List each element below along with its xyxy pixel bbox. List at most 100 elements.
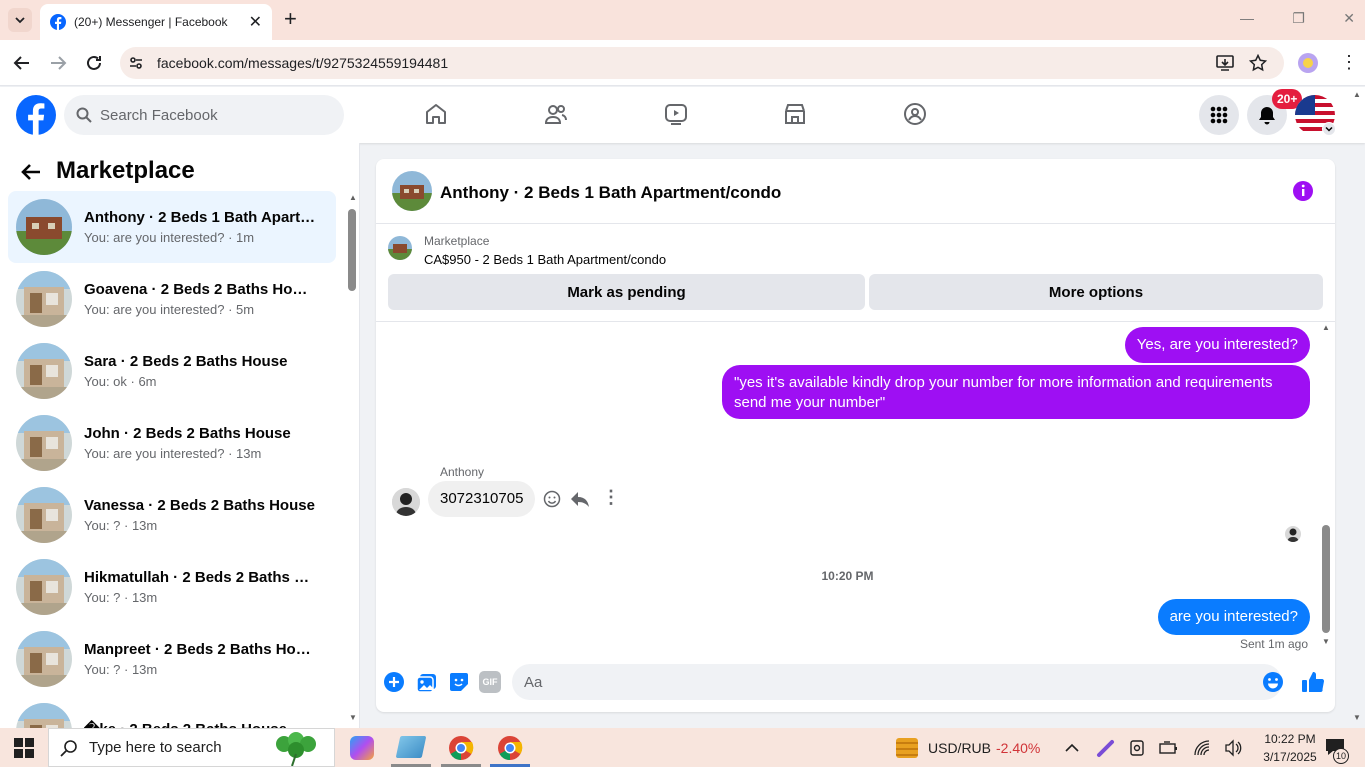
menu-grid-button[interactable] [1199, 95, 1239, 135]
conversation-item[interactable]: Hikmatullah · 2 Beds 2 Baths Ho... You: ?… [8, 551, 336, 623]
chrome-icon[interactable] [448, 735, 474, 761]
back-arrow-icon[interactable] [20, 161, 42, 183]
site-info-icon[interactable] [128, 55, 144, 71]
conversation-item[interactable]: John · 2 Beds 2 Baths House You: are you … [8, 407, 336, 479]
clock-date[interactable]: 3/17/2025 [1258, 750, 1322, 764]
tray-chevron-icon[interactable] [1064, 740, 1080, 756]
minimize-icon[interactable]: — [1240, 10, 1254, 27]
attach-media-icon[interactable] [416, 671, 438, 693]
chat-scrollbar[interactable]: ▲ ▼ [1320, 323, 1332, 649]
conversation-preview: You: ? · 13m [84, 518, 158, 533]
conversation-item[interactable]: Anthony · 2 Beds 1 Bath Apartm... You: ar… [8, 191, 336, 263]
nav-friends-icon[interactable] [544, 102, 568, 126]
conversation-preview: You: ? · 13m [84, 662, 158, 677]
back-icon[interactable] [12, 53, 32, 73]
conversation-name: John · 2 Beds 2 Baths House [84, 425, 291, 442]
message-bubble-outgoing[interactable]: "yes it's available kindly drop your num… [722, 365, 1310, 419]
more-actions-icon[interactable] [383, 671, 405, 693]
sidebar-scrollbar[interactable]: ▲ ▼ [347, 191, 357, 728]
close-window-icon[interactable]: ✕ [1343, 10, 1355, 27]
wifi-icon[interactable] [1193, 739, 1211, 757]
conversation-item[interactable]: �ke · 2 Beds 2 Baths House [8, 695, 336, 728]
sender-avatar[interactable] [392, 488, 420, 516]
new-tab-button[interactable]: + [284, 8, 297, 30]
conversation-item[interactable]: Vanessa · 2 Beds 2 Baths House You: ? · 1… [8, 479, 336, 551]
listing-label: Marketplace [424, 234, 490, 248]
bookmark-star-icon[interactable] [1249, 54, 1267, 72]
sidebar-title: Marketplace [56, 157, 195, 184]
reload-icon[interactable] [84, 53, 104, 73]
file-explorer-icon[interactable] [395, 736, 427, 758]
conversation-item[interactable]: Manpreet · 2 Beds 2 Baths House You: ? · … [8, 623, 336, 695]
message-bubble-outgoing[interactable]: are you interested? [1157, 599, 1310, 635]
conversation-avatar [16, 559, 72, 615]
shamrock-widget-icon[interactable] [264, 730, 328, 766]
nav-video-icon[interactable] [664, 102, 688, 126]
conversation-preview: You: are you interested? · 13m [84, 446, 262, 461]
chevron-down-icon [15, 17, 25, 24]
install-app-icon[interactable] [1216, 54, 1234, 72]
listing-thumbnail[interactable] [388, 236, 412, 260]
nav-groups-icon[interactable] [903, 102, 927, 126]
window-controls: — ❐ ✕ [1240, 10, 1355, 27]
volume-icon[interactable] [1224, 739, 1242, 757]
sticker-icon[interactable] [448, 671, 470, 693]
pen-icon[interactable] [1096, 738, 1116, 758]
tab-search-button[interactable] [8, 8, 32, 32]
chat-title[interactable]: Anthony · 2 Beds 1 Bath Apartment/condo [440, 183, 781, 203]
facebook-logo-icon[interactable] [16, 95, 56, 135]
url-text: facebook.com/messages/t/9275324559194481 [157, 55, 449, 71]
reply-icon[interactable] [570, 490, 590, 508]
react-emoji-icon[interactable] [543, 490, 561, 508]
conversation-item[interactable]: Sara · 2 Beds 2 Baths House You: ok · 6m [8, 335, 336, 407]
conversation-name: Vanessa · 2 Beds 2 Baths House [84, 497, 315, 514]
url-field[interactable]: facebook.com/messages/t/9275324559194481 [120, 47, 1284, 79]
browser-tab[interactable]: (20+) Messenger | Facebook ✕ [40, 4, 272, 40]
nav-marketplace-icon[interactable] [783, 102, 807, 126]
sidebar-scrollbar-thumb[interactable] [348, 209, 356, 291]
tab-close-icon[interactable]: ✕ [249, 12, 262, 32]
browser-menu-icon[interactable]: ⋮ [1340, 52, 1358, 72]
chrome-active-icon[interactable] [497, 735, 523, 761]
chat-panel: Anthony · 2 Beds 1 Bath Apartment/condo … [376, 159, 1335, 712]
listing-description[interactable]: CA$950 - 2 Beds 1 Bath Apartment/condo [424, 252, 666, 267]
conversation-avatar [16, 199, 72, 255]
search-placeholder: Search Facebook [100, 106, 218, 124]
grid-icon [1210, 106, 1228, 124]
listing-divider [376, 321, 1335, 322]
page-scrollbar-down-icon[interactable]: ▼ [1353, 713, 1361, 722]
windows-start-icon[interactable] [14, 738, 34, 758]
account-chevron-icon[interactable] [1322, 122, 1336, 136]
ticker-name[interactable]: USD/RUB [928, 740, 991, 756]
more-options-button[interactable]: More options [869, 274, 1323, 310]
message-more-icon[interactable]: ⋮ [602, 487, 620, 508]
mark-as-pending-button[interactable]: Mark as pending [388, 274, 865, 310]
message-bubble-outgoing[interactable]: Yes, are you interested? [1124, 327, 1310, 363]
conversation-avatar [16, 631, 72, 687]
emoji-icon[interactable] [1262, 671, 1284, 693]
like-thumbs-up-icon[interactable] [1301, 670, 1325, 694]
nav-home-icon[interactable] [424, 102, 448, 126]
tab-title: (20+) Messenger | Facebook [74, 15, 228, 29]
message-status: Sent 1m ago [1239, 637, 1308, 651]
gif-icon[interactable]: GIF [479, 671, 501, 693]
copilot-icon[interactable] [350, 736, 374, 760]
facebook-search-input[interactable]: Search Facebook [64, 95, 344, 135]
chat-scrollbar-thumb[interactable] [1322, 525, 1330, 633]
chat-header-avatar[interactable] [392, 171, 432, 211]
conversation-preview: You: ? · 13m [84, 590, 158, 605]
profile-icon[interactable] [1298, 53, 1318, 73]
conversation-avatar [16, 343, 72, 399]
message-input[interactable]: Aa [512, 664, 1282, 700]
conversation-name: Hikmatullah · 2 Beds 2 Baths Ho... [84, 569, 316, 586]
restore-icon[interactable]: ❐ [1292, 10, 1305, 27]
page-scrollbar-up-icon[interactable]: ▲ [1353, 90, 1361, 99]
forward-icon[interactable] [48, 53, 68, 73]
clock-time[interactable]: 10:22 PM [1258, 732, 1322, 746]
battery-icon[interactable] [1159, 740, 1179, 756]
conversation-item[interactable]: Goavena · 2 Beds 2 Baths House You: are y… [8, 263, 336, 335]
message-bubble-incoming[interactable]: 3072310705 [428, 481, 536, 517]
tray-app-icon[interactable] [1128, 739, 1146, 757]
conversation-preview: You: are you interested? · 5m [84, 302, 255, 317]
conversation-info-icon[interactable] [1292, 180, 1314, 202]
